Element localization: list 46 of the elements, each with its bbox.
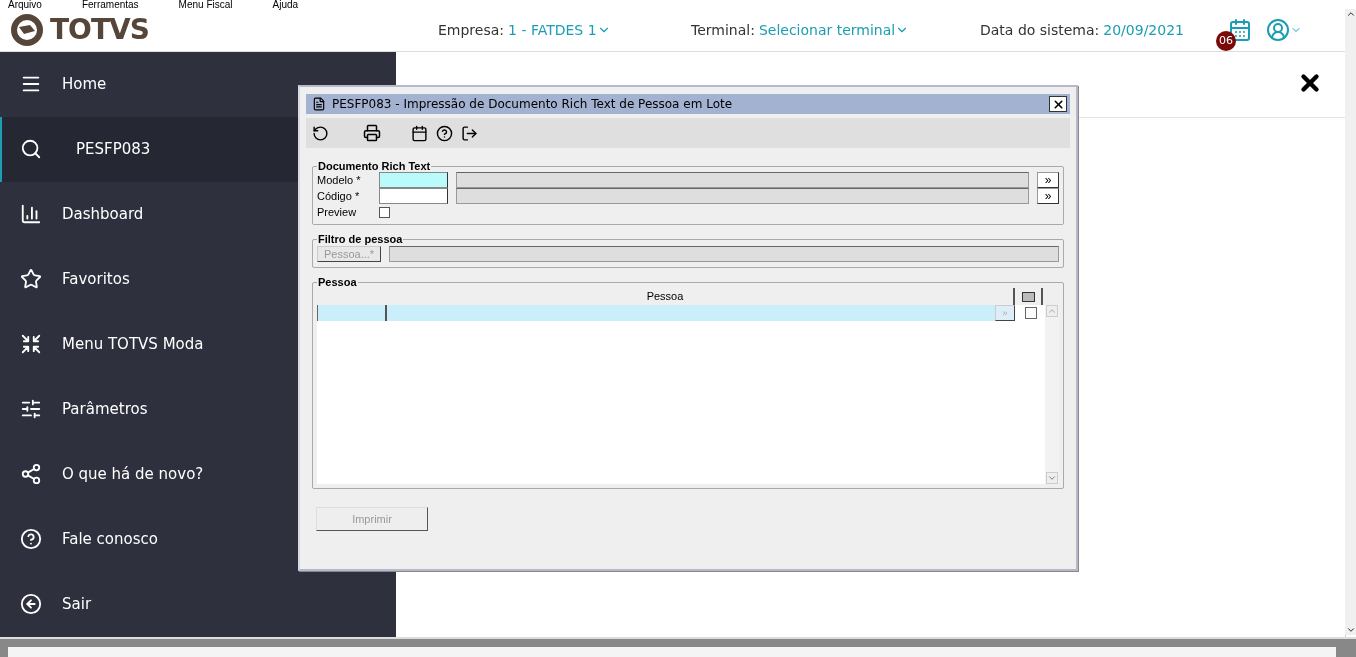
menu-item[interactable]: Menu Fiscal [178,0,233,9]
undo-icon[interactable] [312,124,329,142]
group-title: Pessoa [317,276,358,288]
scroll-up-icon[interactable] [1345,9,1356,19]
logo-text: TOTVS [50,13,149,47]
vertical-scrollbar[interactable] [1345,9,1356,635]
terminal-label: Terminal: [691,21,755,38]
select-all-icon[interactable] [1021,291,1035,302]
star-icon [20,268,42,291]
close-button[interactable] [1049,96,1067,112]
share-icon [20,463,42,486]
horizontal-scrollbar[interactable] [8,647,1336,657]
group-title: Filtro de pessoa [317,233,404,245]
search-icon [20,138,42,161]
exit-icon[interactable] [461,124,478,142]
logo-icon [10,12,44,47]
lookup-button[interactable]: » [1037,188,1059,204]
sidebar-item[interactable]: O que há de novo? [0,441,396,507]
scroll-down-icon[interactable] [1345,625,1356,635]
preview-checkbox[interactable] [379,206,390,218]
system-date-value: 20/09/2021 [1103,21,1184,38]
sidebar-item[interactable]: Sair [0,571,396,637]
row-checkbox[interactable] [1025,307,1037,319]
document-icon [312,97,326,111]
sidebar-item[interactable]: Parâmetros [0,376,396,442]
help-icon [20,528,42,551]
shrink-icon [20,333,42,356]
help-icon[interactable] [436,124,453,142]
bar-chart-icon [20,203,42,226]
field-label: Código * [317,190,361,202]
print-icon[interactable] [363,124,381,142]
input-field[interactable] [379,172,448,188]
calendar-icon[interactable] [411,124,428,142]
close-icon [1051,97,1065,111]
system-date-label: Data do sistema: [980,21,1100,38]
input-field[interactable] [379,188,448,204]
lookup-button[interactable]: » [1037,172,1059,188]
notification-badge: 06 [1216,30,1236,51]
dialog-title: PESFP083 - Impressão de Documento Rich Text de Pessoa em Lote [332,97,734,111]
company-label: Empresa: [438,21,505,38]
menu-item[interactable]: Arquivo [8,0,42,9]
sliders-icon [20,398,42,421]
menu-item[interactable]: Ferramentas [81,0,139,9]
menu-item[interactable]: Ajuda [272,0,299,9]
field-label: Preview [317,206,358,218]
user-icon[interactable] [1266,17,1290,42]
